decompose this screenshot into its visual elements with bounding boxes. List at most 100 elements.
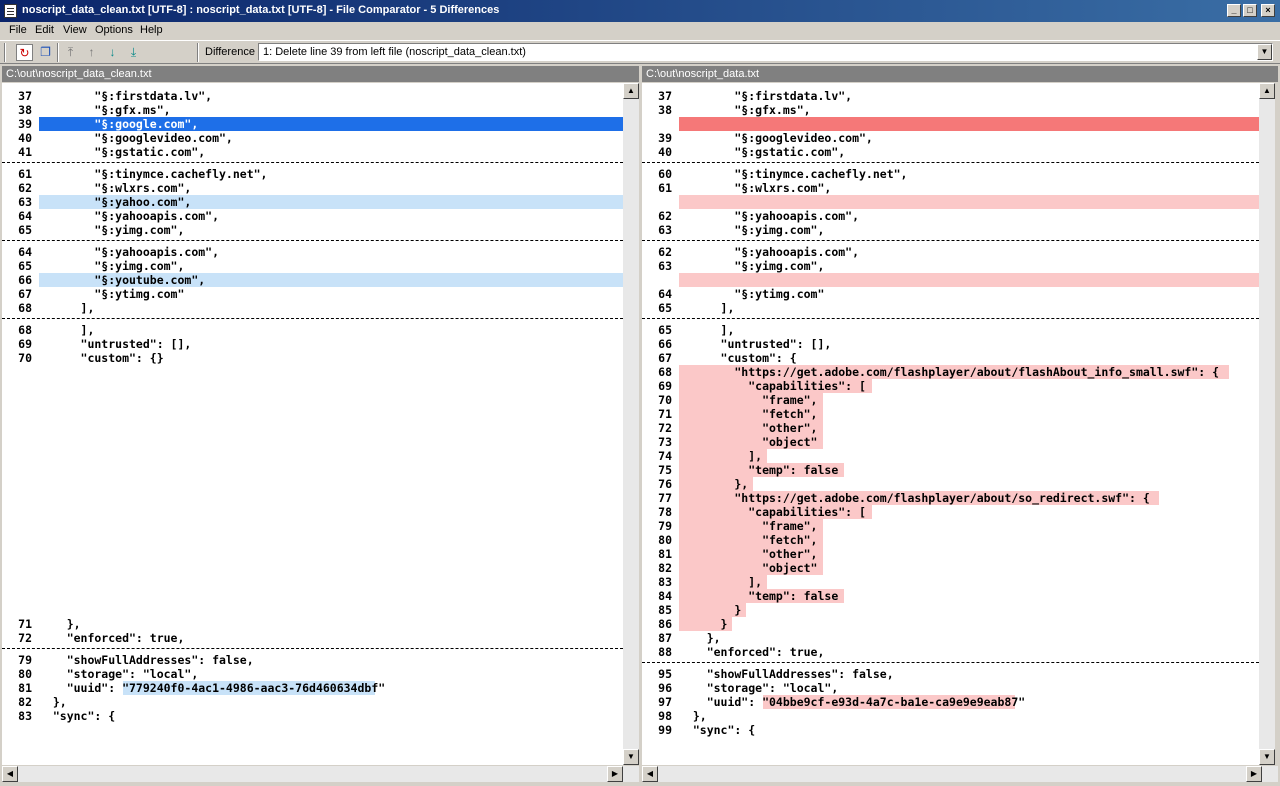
code-line: }, (679, 477, 749, 491)
scroll-down-icon[interactable]: ▼ (623, 749, 639, 765)
line-number: 74 (658, 449, 672, 463)
line-number: 72 (658, 421, 672, 435)
left-pane: C:\out\noscript_data_clean.txt "§:firstd… (2, 66, 639, 782)
line-number: 80 (658, 533, 672, 547)
diff-block-separator (642, 162, 1259, 163)
code-line: "§:gstatic.com", (39, 145, 206, 159)
toolbar-grip (4, 43, 6, 62)
line-number: 75 (658, 463, 672, 477)
menu-options[interactable]: Options (95, 24, 133, 36)
next-diff-icon[interactable]: ↓ (104, 44, 121, 61)
code-line: "storage": "local", (679, 681, 839, 695)
line-number: 65 (18, 259, 32, 273)
code-line: }, (39, 617, 81, 631)
diff-block-separator (642, 318, 1259, 319)
code-line: "enforced": true, (39, 631, 185, 645)
scroll-left-icon[interactable]: ◀ (2, 766, 18, 782)
code-line: "showFullAddresses": false, (39, 653, 254, 667)
scroll-right-icon[interactable]: ▶ (1246, 766, 1262, 782)
refresh-icon[interactable]: ↻ (16, 44, 33, 61)
code-line: }, (39, 695, 67, 709)
code-line: "§:yimg.com", (39, 223, 185, 237)
menu-edit[interactable]: Edit (35, 24, 54, 36)
left-horizontal-scrollbar[interactable]: ◀ ▶ (2, 766, 639, 782)
diff-block-separator (2, 318, 623, 319)
menu-view[interactable]: View (63, 24, 87, 36)
diff-highlight (679, 273, 1259, 287)
scroll-up-icon[interactable]: ▲ (1259, 83, 1275, 99)
menu-help[interactable]: Help (140, 24, 163, 36)
difference-select[interactable]: 1: Delete line 39 from left file (noscri… (258, 43, 1273, 61)
minimize-button[interactable]: _ (1227, 4, 1241, 17)
line-number: 71 (658, 407, 672, 421)
menu-file[interactable]: File (9, 24, 27, 36)
code-line: "temp": false (679, 463, 839, 477)
code-line: "§:ytimg.com" (39, 287, 185, 301)
line-number: 65 (18, 223, 32, 237)
right-horizontal-scrollbar[interactable]: ◀ ▶ (642, 766, 1278, 782)
line-number: 38 (658, 103, 672, 117)
code-line: "object" (679, 561, 818, 575)
toolbar-separator (197, 43, 199, 62)
line-number: 82 (18, 695, 32, 709)
copy-icon[interactable]: ❐ (37, 44, 54, 61)
right-vertical-scrollbar[interactable]: ▲ ▼ (1259, 83, 1275, 765)
code-line: "§:google.com", (39, 117, 199, 131)
prev-diff-icon[interactable]: ↑ (83, 44, 100, 61)
code-line: "capabilities": [ (679, 505, 866, 519)
code-line: ], (679, 323, 735, 337)
last-diff-icon[interactable]: ⤓ (125, 44, 142, 61)
line-number: 79 (18, 653, 32, 667)
line-number: 68 (18, 323, 32, 337)
code-line: "§:yahooapis.com", (679, 245, 860, 259)
toolbar-separator (57, 43, 59, 62)
code-line: "§:gstatic.com", (679, 145, 846, 159)
maximize-button[interactable]: □ (1243, 4, 1257, 17)
left-vertical-scrollbar[interactable]: ▲ ▼ (623, 83, 639, 765)
first-diff-icon[interactable]: ⤒ (62, 44, 79, 61)
line-number: 66 (18, 273, 32, 287)
code-line: ], (39, 323, 95, 337)
code-line: "https://get.adobe.com/flashplayer/about… (679, 365, 1220, 379)
left-code-area[interactable]: "§:firstdata.lv", "§:gfx.ms", "§:google.… (39, 83, 623, 765)
line-number: 63 (658, 259, 672, 273)
line-number: 98 (658, 709, 672, 723)
scroll-down-icon[interactable]: ▼ (1259, 749, 1275, 765)
line-number: 72 (18, 631, 32, 645)
code-line: "showFullAddresses": false, (679, 667, 894, 681)
line-number: 77 (658, 491, 672, 505)
code-line: ], (679, 449, 763, 463)
line-number: 66 (658, 337, 672, 351)
code-line: "uuid": "04bbe9cf-e93d-4a7c-ba1e-ca9e9e9… (679, 695, 1026, 709)
code-line: "§:yahooapis.com", (39, 209, 220, 223)
scroll-up-icon[interactable]: ▲ (623, 83, 639, 99)
close-button[interactable]: × (1261, 4, 1275, 17)
app-icon (4, 4, 17, 18)
code-line: "§:yahooapis.com", (679, 209, 860, 223)
line-number: 76 (658, 477, 672, 491)
line-number: 40 (658, 145, 672, 159)
chevron-down-icon[interactable]: ▼ (1257, 44, 1272, 60)
code-line: "§:tinymce.cachefly.net", (679, 167, 908, 181)
code-line: "other", (679, 421, 818, 435)
line-number: 81 (658, 547, 672, 561)
line-number (642, 195, 672, 209)
code-line: "§:yahooapis.com", (39, 245, 220, 259)
line-number: 95 (658, 667, 672, 681)
scroll-right-icon[interactable]: ▶ (607, 766, 623, 782)
line-number: 39 (18, 117, 32, 131)
code-line: }, (679, 631, 721, 645)
line-number: 84 (658, 589, 672, 603)
code-line: "storage": "local", (39, 667, 199, 681)
difference-label: Difference (205, 46, 255, 58)
code-line: "§:googlevideo.com", (39, 131, 233, 145)
code-line: "enforced": true, (679, 645, 825, 659)
line-number: 73 (658, 435, 672, 449)
line-number: 67 (658, 351, 672, 365)
diff-block-separator (2, 240, 623, 241)
line-number: 86 (658, 617, 672, 631)
scroll-left-icon[interactable]: ◀ (642, 766, 658, 782)
code-line: "fetch", (679, 533, 818, 547)
line-number: 82 (658, 561, 672, 575)
code-line: "§:yimg.com", (679, 223, 825, 237)
